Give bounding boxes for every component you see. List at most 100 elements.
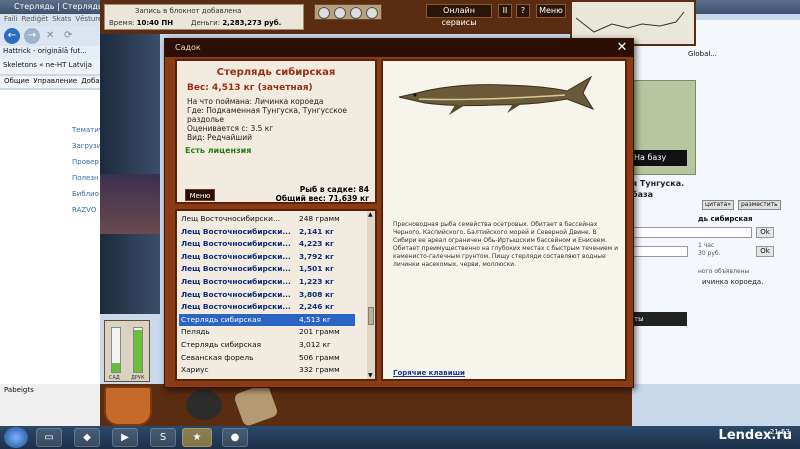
- cmd-general[interactable]: Общие: [4, 77, 29, 85]
- bookmark-hattrick[interactable]: Hattrick - originālā fut...: [3, 47, 87, 55]
- game-icon[interactable]: ★: [182, 428, 212, 447]
- time-display: Время: 10:40 ПН: [109, 19, 174, 27]
- catch-row[interactable]: Севанская форель 506 грамм: [179, 352, 355, 365]
- folder-icon[interactable]: ▭: [36, 428, 62, 447]
- ok-button[interactable]: Ok: [756, 246, 774, 257]
- catch-row[interactable]: Лещ Восточносибирски... 3,792 кг: [179, 251, 355, 264]
- catch-fish-name: Стерлядь сибирская: [181, 340, 262, 349]
- scroll-up-icon[interactable]: ▲: [368, 211, 373, 218]
- command-bar: Общие Управление Добавл: [0, 76, 110, 88]
- reel-icon[interactable]: [334, 7, 346, 19]
- left-link[interactable]: Тематич: [72, 126, 103, 134]
- back-icon[interactable]: ←: [4, 28, 20, 44]
- catch-fish-name: Лещ Восточносибирски...: [181, 264, 291, 274]
- menu-view[interactable]: Skats: [52, 15, 71, 23]
- catch-fish-name: Лещ Восточносибирски...: [181, 302, 291, 312]
- to-base-bar[interactable]: На базу: [632, 150, 687, 166]
- right-small: 1 час: [698, 242, 715, 249]
- catch-row[interactable]: Хариус 332 грамм: [179, 364, 355, 377]
- friend-gauge: [133, 327, 143, 373]
- cmd-manage[interactable]: Управление: [33, 77, 77, 85]
- menu-edit[interactable]: Rediģēt: [22, 15, 49, 23]
- notebook-message: Запись в блокнот добавлена: [135, 7, 242, 15]
- left-link[interactable]: Библио: [72, 190, 103, 198]
- online-services-button[interactable]: Онлайн сервисы: [426, 4, 492, 27]
- catch-row[interactable]: Стерлядь сибирская 4,513 кг: [179, 313, 355, 327]
- right-dark-bar[interactable]: ты: [632, 312, 687, 326]
- dialog-menu-button[interactable]: Меню: [185, 189, 215, 201]
- forward-icon[interactable]: →: [24, 28, 40, 44]
- quote-button[interactable]: цитата»: [702, 200, 734, 210]
- post-button[interactable]: разместить: [738, 200, 781, 210]
- start-button[interactable]: [4, 427, 28, 448]
- catch-fish-weight: 3,792 кг: [299, 251, 334, 261]
- left-link[interactable]: Провер: [72, 158, 103, 166]
- catch-fish-weight: 3,012 кг: [299, 340, 331, 349]
- taskbar: ▭ ◆ ▶ S ★ ● 21:53: [0, 426, 800, 449]
- pause-button[interactable]: II: [498, 4, 512, 18]
- catch-list: Лещ Восточносибирски... 248 грамм Лещ Вост…: [175, 209, 377, 381]
- right-tab-text[interactable]: Global...: [688, 50, 717, 58]
- menu-file[interactable]: Faili: [4, 15, 18, 23]
- media-player-icon[interactable]: ▶: [112, 428, 138, 447]
- tab-skeletons[interactable]: Skeletons « ne-HT Latvija: [3, 61, 92, 69]
- catch-fish-weight: 3,808 кг: [299, 289, 334, 299]
- left-link[interactable]: Загрузи: [72, 142, 103, 150]
- catch-fish-weight: 332 грамм: [299, 365, 340, 375]
- scroll-down-icon[interactable]: ▼: [368, 372, 373, 379]
- right-select[interactable]: [632, 227, 752, 238]
- close-icon[interactable]: ✕: [46, 30, 54, 41]
- catch-fish-name: Лещ Восточносибирски...: [181, 277, 291, 286]
- gauges-panel: САД ДРУК: [104, 320, 150, 382]
- keepnet-dialog: Садок ✕ Стерлядь сибирская Вес: 4,513 кг…: [164, 38, 634, 388]
- value-line: Оценивается с: 3.5 кг: [187, 124, 274, 133]
- catch-fish-weight: 506 грамм: [299, 352, 340, 362]
- catch-fish-weight: 1,223 кг: [299, 277, 334, 286]
- catch-row[interactable]: Лещ Восточносибирски... 2,141 кг: [179, 226, 355, 239]
- catch-row[interactable]: Лещ Восточносибирски... 1,223 кг: [179, 276, 355, 289]
- dialog-title: Садок: [175, 43, 201, 52]
- hotkeys-link[interactable]: Горячие клавиши: [393, 369, 465, 377]
- keepnet-stats: Рыб в садке: 84 Общий вес: 71,639 кг: [276, 185, 369, 203]
- scroll-thumb[interactable]: [368, 307, 374, 325]
- right-field[interactable]: [632, 246, 688, 257]
- refresh-icon[interactable]: ⟳: [64, 30, 72, 41]
- close-icon[interactable]: ✕: [615, 41, 629, 55]
- reels-panel: [314, 4, 382, 20]
- bucket-icon[interactable]: [104, 386, 152, 426]
- reel-icon[interactable]: [366, 7, 378, 19]
- right-small: ичинка короеда.: [702, 278, 764, 286]
- catch-row[interactable]: Лещ Восточносибирски... 4,223 кг: [179, 238, 355, 251]
- right-label: дь сибирская: [698, 215, 753, 223]
- left-page-content: Тематич Загрузи Провер Полезн Библио RAZ…: [0, 90, 103, 384]
- catch-fish-weight: 1,501 кг: [299, 264, 334, 274]
- kind-line: Вид: Редчайший: [187, 133, 252, 142]
- catch-row[interactable]: Лещ Восточносибирски... 2,246 кг: [179, 301, 355, 314]
- left-link[interactable]: Полезн: [72, 174, 103, 182]
- menu-history[interactable]: Vēsture: [75, 15, 102, 23]
- catch-row[interactable]: Стерлядь сибирская 3,012 кг: [179, 339, 355, 352]
- fish-weight: Вес: 4,513 кг (зачетная): [187, 83, 313, 93]
- catch-row[interactable]: Лещ Восточносибирски... 3,808 кг: [179, 289, 355, 302]
- firefox-icon[interactable]: ●: [222, 428, 248, 447]
- skype-icon[interactable]: S: [150, 428, 176, 447]
- catch-scrollbar[interactable]: ▲ ▼: [367, 211, 375, 379]
- left-link[interactable]: RAZVO: [72, 206, 103, 214]
- ok-button[interactable]: Ok: [756, 227, 774, 238]
- catch-row[interactable]: Лещ Восточносибирски... 1,501 кг: [179, 263, 355, 276]
- catch-fish-name: Лещ Восточносибирски...: [181, 289, 291, 299]
- catch-fish-name: Стерлядь сибирская: [181, 314, 262, 324]
- fish-description: Пресноводная рыба семейства осетровых. О…: [393, 221, 619, 268]
- game-menu-button[interactable]: Меню: [536, 4, 566, 18]
- left-links: Тематич Загрузи Провер Полезн Библио RAZ…: [72, 126, 103, 222]
- pot-icon[interactable]: [186, 390, 222, 420]
- help-button[interactable]: ?: [516, 4, 530, 18]
- app-icon[interactable]: ◆: [74, 428, 100, 447]
- catch-row[interactable]: Пелядь 201 грамм: [179, 326, 355, 339]
- dialog-title-bar: Садок ✕: [165, 39, 633, 57]
- location-heading: я Тунгуска. база: [632, 178, 684, 200]
- reel-icon[interactable]: [318, 7, 330, 19]
- reel-icon[interactable]: [350, 7, 362, 19]
- total-weight: Общий вес: 71,639 кг: [275, 194, 369, 203]
- catch-row[interactable]: Лещ Восточносибирски... 248 грамм: [179, 213, 355, 226]
